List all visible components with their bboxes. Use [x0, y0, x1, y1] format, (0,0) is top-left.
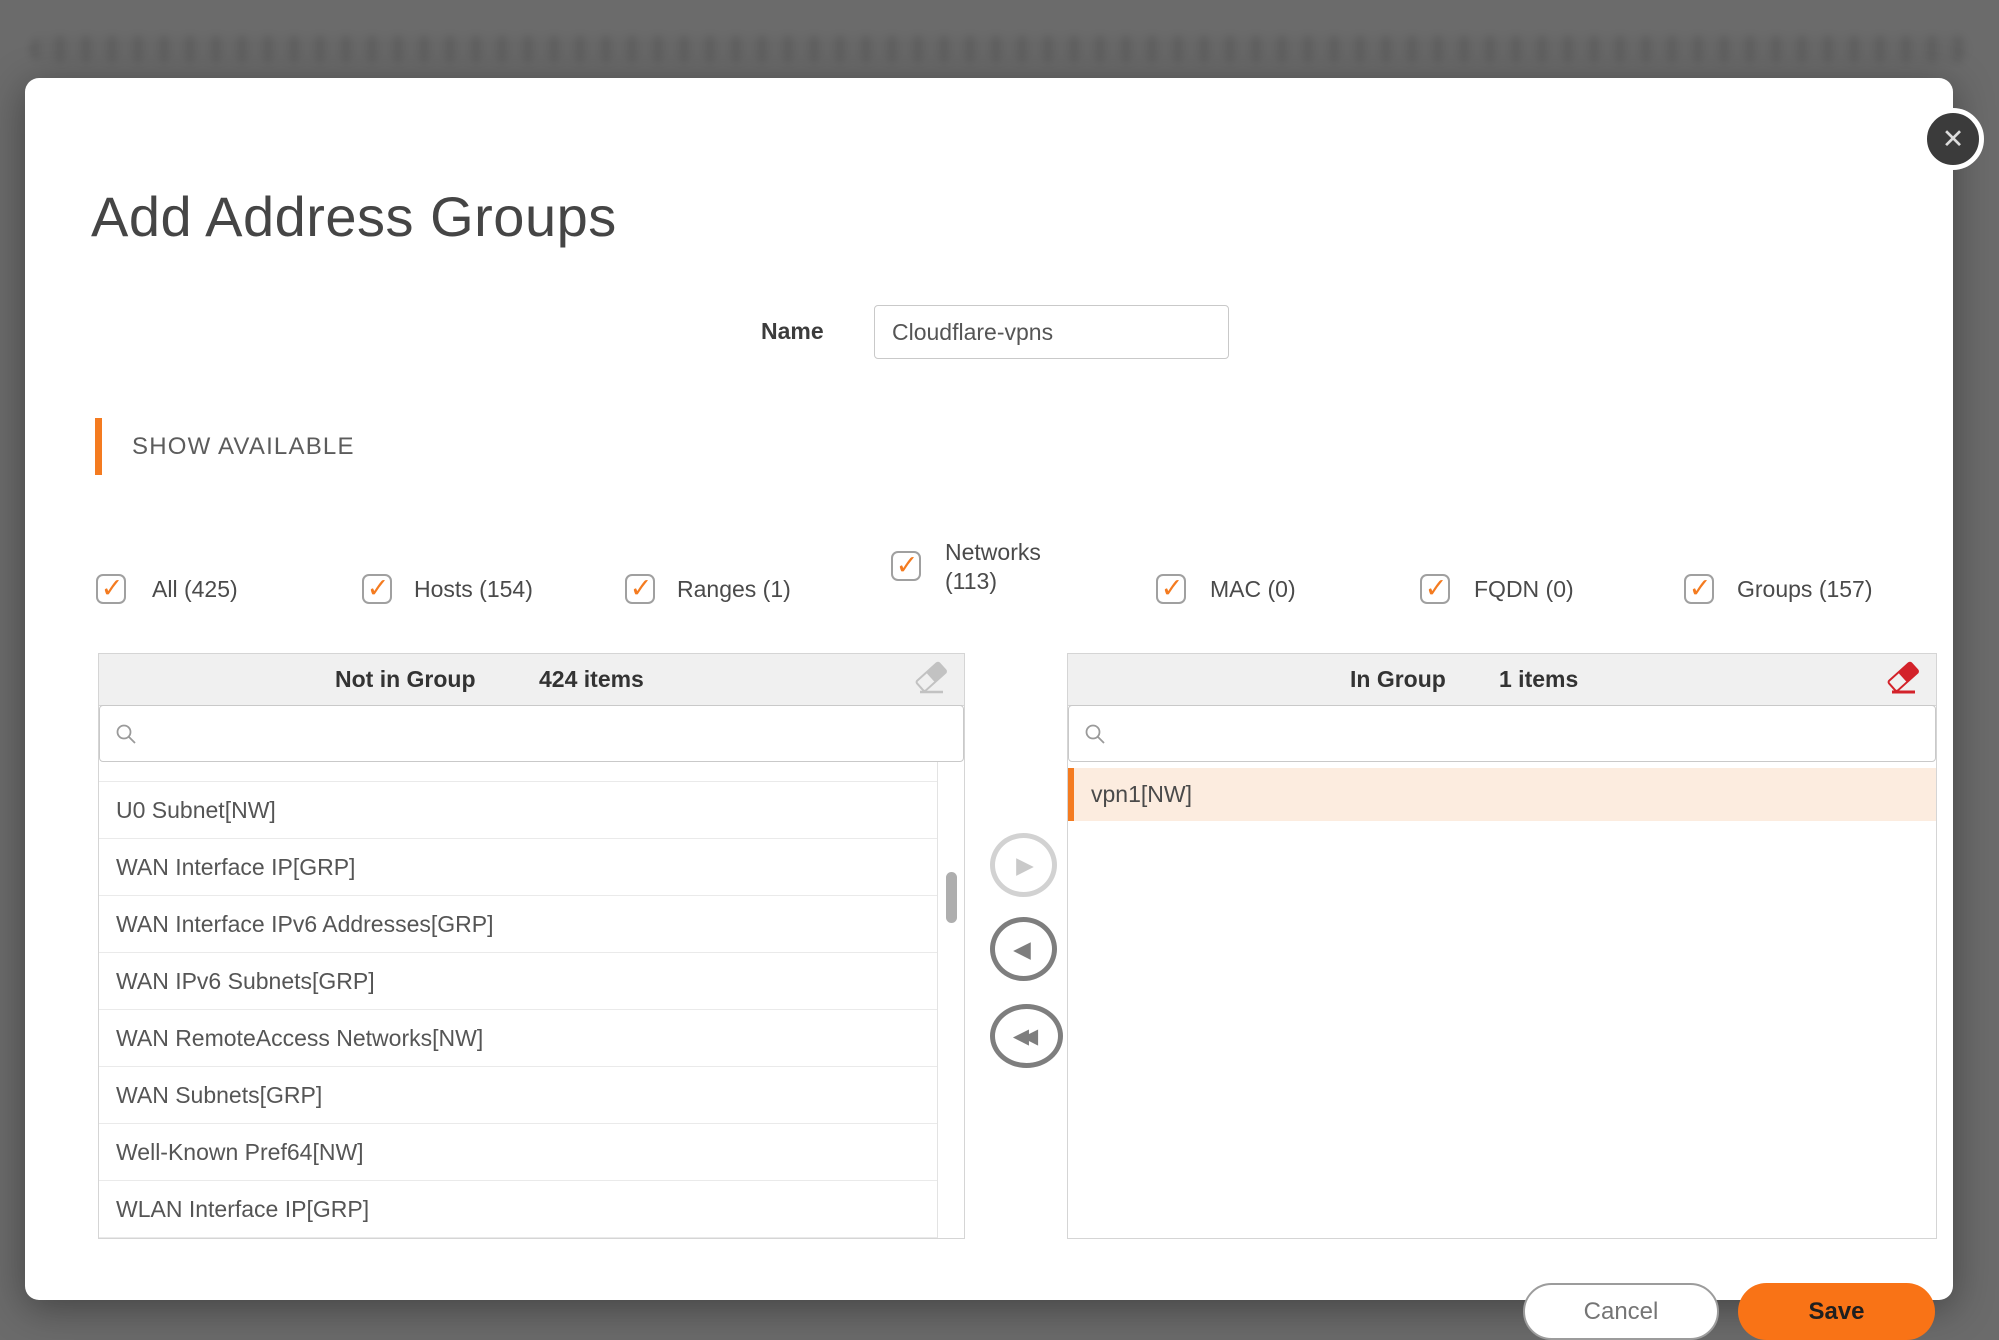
scrollbar-thumb[interactable]	[946, 872, 957, 923]
move-right-button[interactable]: ▶	[990, 833, 1057, 897]
arrow-right-icon: ▶	[1016, 852, 1034, 879]
check-icon: ✓	[896, 550, 919, 581]
background-app-blur	[30, 36, 1969, 62]
search-icon	[114, 722, 138, 746]
list-item[interactable]: WAN Subnets[GRP]	[99, 1067, 938, 1124]
show-available-label: SHOW AVAILABLE	[132, 433, 355, 461]
check-icon: ✓	[101, 573, 124, 604]
double-arrow-left-icon: ◀◀	[1013, 1024, 1031, 1049]
list-item[interactable]: Well-Known Pref64[NW]	[99, 1124, 938, 1181]
remove-all-eraser-icon[interactable]	[1884, 660, 1922, 698]
list-item[interactable]: WAN Interface IP[GRP]	[99, 839, 938, 896]
check-icon: ✓	[1161, 573, 1184, 604]
list-item[interactable]: WAN Interface IPv6 Addresses[GRP]	[99, 896, 938, 953]
clear-selection-eraser-icon[interactable]	[912, 660, 950, 698]
move-all-left-button[interactable]: ◀◀	[990, 1004, 1063, 1068]
list-item[interactable]: WAN IPv6 Subnets[GRP]	[99, 953, 938, 1010]
checkbox-networks-label[interactable]: Networks (113)	[945, 538, 1060, 596]
check-icon: ✓	[630, 573, 653, 604]
scrolled-partial-row	[99, 762, 938, 782]
checkbox-all[interactable]: ✓	[96, 574, 126, 604]
close-icon[interactable]: ✕	[1922, 108, 1984, 170]
not-in-group-count: 424 items	[539, 666, 644, 693]
checkbox-networks[interactable]: ✓	[891, 551, 921, 581]
in-group-header: In Group 1 items	[1068, 654, 1936, 706]
checkbox-groups-label[interactable]: Groups (157)	[1737, 576, 1873, 603]
not-in-group-search[interactable]	[99, 705, 964, 762]
checkbox-mac-label[interactable]: MAC (0)	[1210, 576, 1296, 603]
list-item-selected[interactable]: vpn1[NW]	[1068, 768, 1936, 821]
checkbox-hosts-label[interactable]: Hosts (154)	[414, 576, 533, 603]
checkbox-fqdn[interactable]: ✓	[1420, 574, 1450, 604]
not-in-group-header: Not in Group 424 items	[99, 654, 964, 706]
not-in-group-list: U0 Subnet[NW] WAN Interface IP[GRP] WAN …	[99, 762, 964, 1238]
arrow-left-icon: ◀	[1013, 936, 1031, 963]
list-item[interactable]: U0 Subnet[NW]	[99, 782, 938, 839]
list-item[interactable]: WLAN Interface IP[GRP]	[99, 1181, 938, 1238]
search-input[interactable]	[148, 705, 963, 762]
check-icon: ✓	[1689, 573, 1712, 604]
add-address-groups-dialog: Add Address Groups Name SHOW AVAILABLE ✓…	[25, 78, 1953, 1300]
move-left-button[interactable]: ◀	[990, 917, 1057, 981]
search-icon	[1083, 722, 1107, 746]
checkbox-fqdn-label[interactable]: FQDN (0)	[1474, 576, 1574, 603]
in-group-list: vpn1[NW]	[1068, 762, 1936, 1238]
section-accent-bar	[95, 418, 102, 475]
list-item[interactable]: WAN RemoteAccess Networks[NW]	[99, 1010, 938, 1067]
name-input[interactable]	[874, 305, 1229, 359]
checkbox-mac[interactable]: ✓	[1156, 574, 1186, 604]
in-group-panel: In Group 1 items vpn1[NW]	[1067, 653, 1937, 1239]
check-icon: ✓	[1425, 573, 1448, 604]
scrollbar-track[interactable]	[937, 762, 964, 1238]
checkbox-ranges[interactable]: ✓	[625, 574, 655, 604]
not-in-group-title: Not in Group	[335, 666, 476, 693]
in-group-search[interactable]	[1068, 705, 1936, 762]
not-in-group-panel: Not in Group 424 items U0 Subne	[98, 653, 965, 1239]
checkbox-groups[interactable]: ✓	[1684, 574, 1714, 604]
in-group-title: In Group	[1350, 666, 1446, 693]
in-group-count: 1 items	[1499, 666, 1578, 693]
checkbox-ranges-label[interactable]: Ranges (1)	[677, 576, 791, 603]
search-input[interactable]	[1117, 705, 1935, 762]
name-label: Name	[761, 318, 824, 345]
page-title: Add Address Groups	[91, 184, 617, 249]
cancel-button[interactable]: Cancel	[1523, 1283, 1719, 1340]
checkbox-hosts[interactable]: ✓	[362, 574, 392, 604]
save-button[interactable]: Save	[1738, 1283, 1935, 1340]
check-icon: ✓	[367, 573, 390, 604]
checkbox-all-label[interactable]: All (425)	[152, 576, 238, 603]
